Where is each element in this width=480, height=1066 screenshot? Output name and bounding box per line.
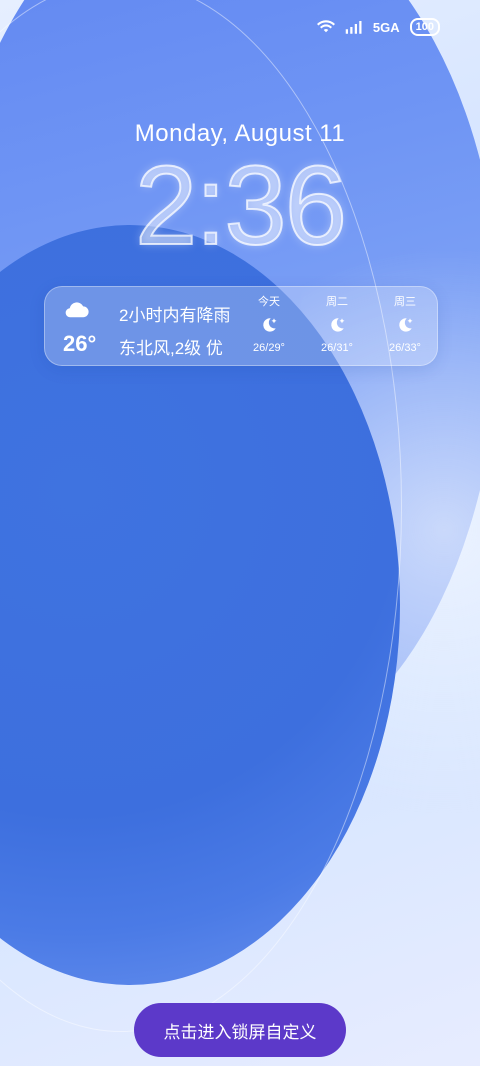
moon-star-icon [263,318,277,332]
weather-detail: 东北风,2级 优 [119,339,223,358]
forecast-day: 今天 [258,296,280,308]
forecast-day: 周二 [326,296,348,308]
customize-lockscreen-button[interactable]: 点击进入锁屏自定义 [134,1003,346,1057]
wifi-icon [316,20,335,33]
current-temperature: 26° [63,331,97,356]
cloud-icon [65,302,89,318]
forecast-item: 周三 26/33° [383,293,427,354]
weather-widget[interactable]: 2小时内有降雨 26° 东北风,2级 优 今天 26/29° 周二 26/31°… [44,286,438,366]
signal-icon [345,21,362,34]
network-type: 5GA [372,19,400,35]
forecast-item: 周二 26/31° [315,293,359,354]
lockscreen-clock: 2:36 [134,143,348,268]
moon-star-icon [399,318,413,332]
forecast-range: 26/29° [253,342,285,354]
forecast-range: 26/33° [389,342,421,354]
forecast-item: 今天 26/29° [247,293,291,354]
forecast-day: 周三 [394,296,416,308]
battery-indicator: 100 [409,18,440,36]
moon-star-icon [331,318,345,332]
status-bar: 5GA 100 [316,18,440,36]
forecast-range: 26/31° [321,342,353,354]
weather-alert: 2小时内有降雨 [119,306,231,325]
forecast-list: 今天 26/29° 周二 26/31° 周三 26/33° [247,293,427,354]
